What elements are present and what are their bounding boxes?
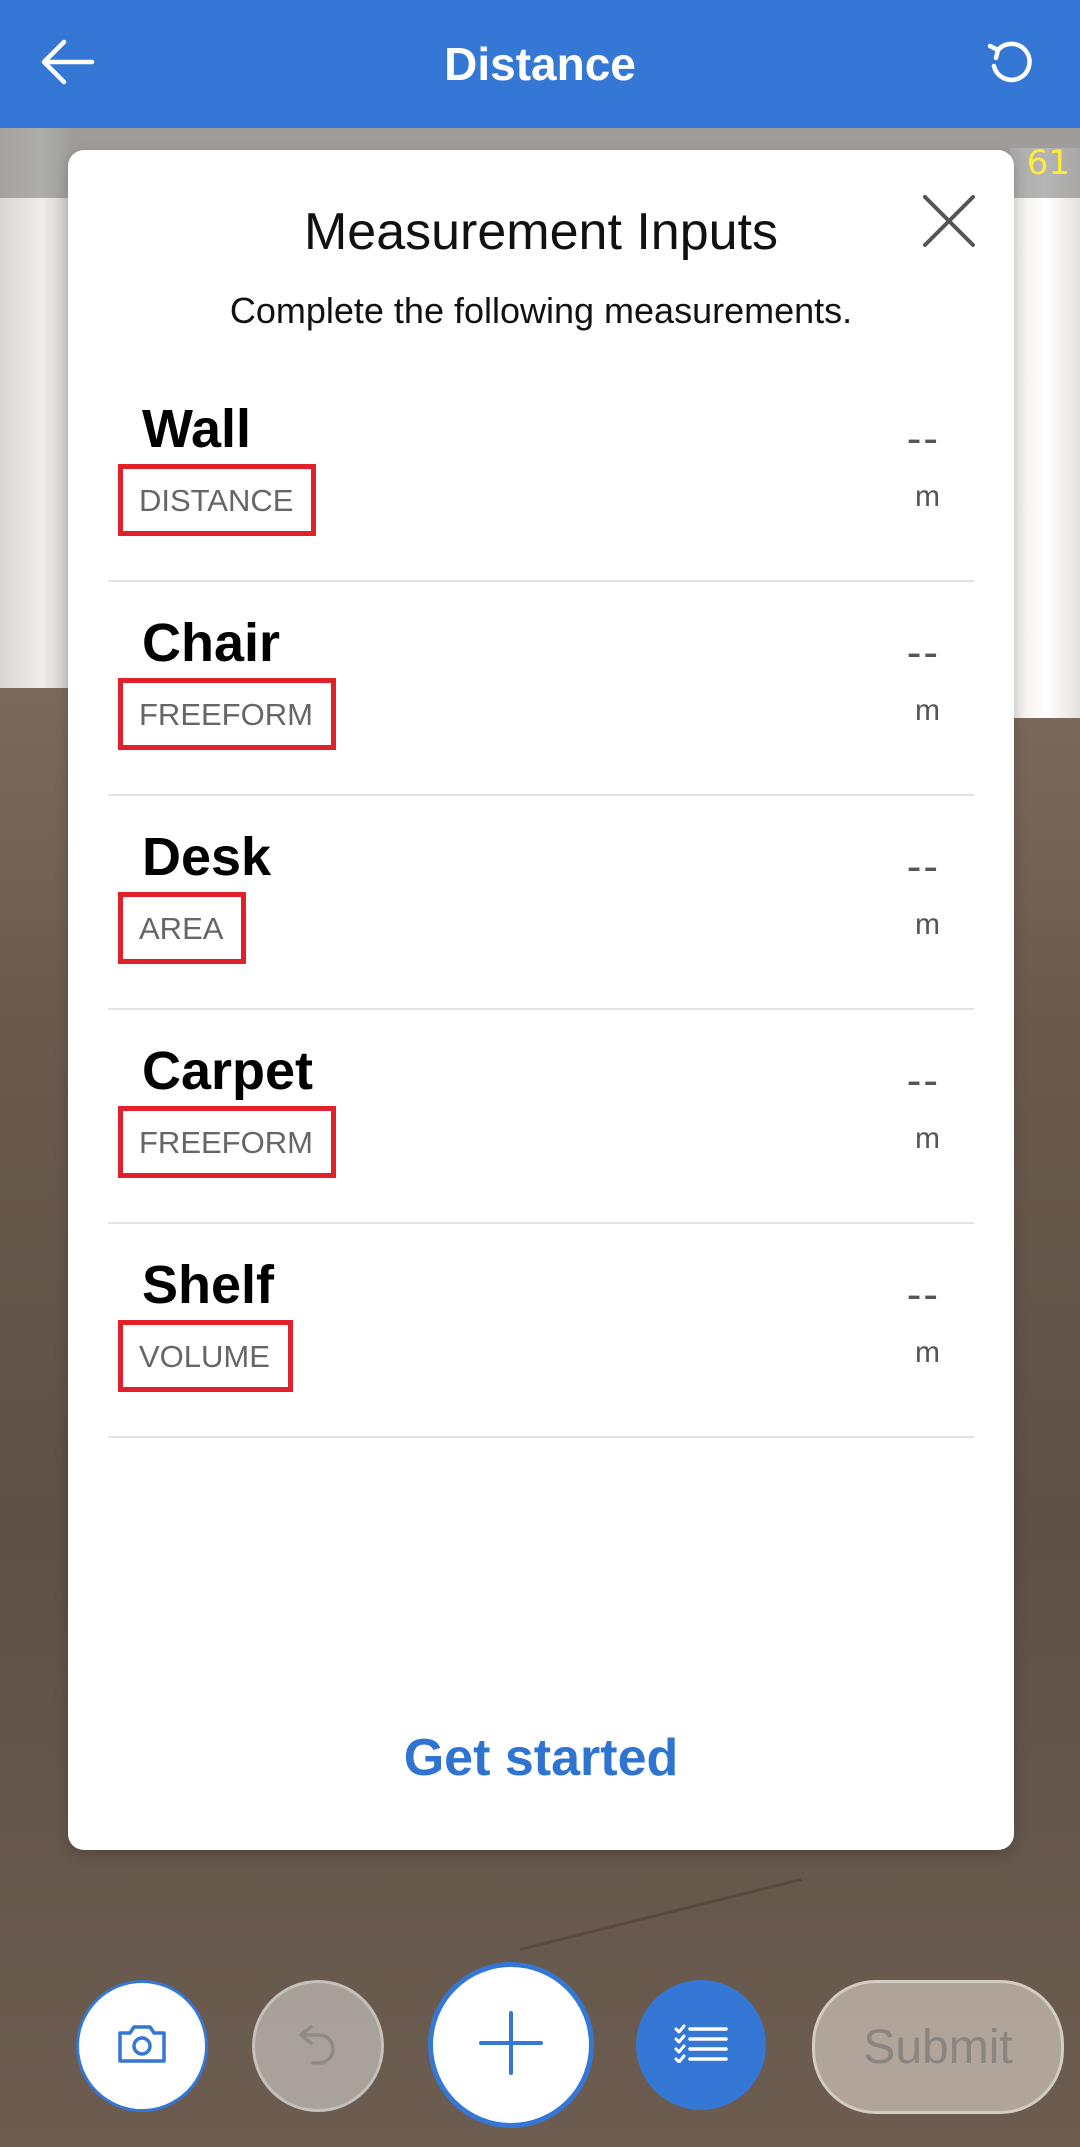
measurement-inputs-dialog: Measurement Inputs Complete the followin… xyxy=(68,150,1014,1850)
measurement-type: FREEFORM xyxy=(118,1106,336,1178)
measurement-type: AREA xyxy=(118,892,247,964)
floor-streak xyxy=(519,1877,802,1951)
camera-button[interactable] xyxy=(76,1980,208,2112)
measurement-name: Desk xyxy=(142,827,272,887)
undo-icon xyxy=(295,2019,341,2074)
measurement-value: -- xyxy=(906,1056,940,1105)
dialog-title: Measurement Inputs xyxy=(303,203,779,261)
measurement-list-button[interactable] xyxy=(636,1980,766,2110)
measurement-unit: m xyxy=(915,480,940,513)
camera-wall-left xyxy=(0,128,70,688)
measurement-unit: m xyxy=(915,908,940,941)
dialog-subtitle: Complete the following measurements. xyxy=(229,290,853,331)
camera-icon xyxy=(116,2023,168,2070)
camera-wall-right xyxy=(1010,148,1080,718)
measurement-item-chair[interactable]: Chair FREEFORM -- m xyxy=(108,582,974,796)
measurement-item-desk[interactable]: Desk AREA -- m xyxy=(108,796,974,1010)
submit-button[interactable]: Submit xyxy=(812,1980,1064,2114)
measurement-name: Shelf xyxy=(142,1255,275,1315)
checklist-icon xyxy=(674,2023,728,2068)
measurement-type: DISTANCE xyxy=(118,464,317,536)
measurement-unit: m xyxy=(915,694,940,727)
measurement-item-shelf[interactable]: Shelf VOLUME -- m xyxy=(108,1224,974,1438)
app-header: Distance xyxy=(0,0,1080,128)
measurement-type: FREEFORM xyxy=(118,678,336,750)
measurement-name: Chair xyxy=(142,613,281,673)
measurement-value: -- xyxy=(906,628,940,677)
measurement-name: Carpet xyxy=(142,1041,314,1101)
measurement-value: -- xyxy=(906,1270,940,1319)
plus-icon xyxy=(477,2009,545,2082)
measurement-type: VOLUME xyxy=(118,1320,293,1392)
measurement-unit: m xyxy=(915,1122,940,1155)
refresh-icon xyxy=(986,36,1038,93)
measurement-name: Wall xyxy=(142,399,252,459)
debug-readout: : 61 xyxy=(1004,143,1070,183)
measurement-unit: m xyxy=(915,1336,940,1369)
undo-button[interactable] xyxy=(252,1980,384,2112)
page-title: Distance xyxy=(444,38,636,90)
add-point-button[interactable] xyxy=(428,1962,594,2128)
measurement-value: -- xyxy=(906,414,940,463)
measurement-list: Wall DISTANCE -- m Chair FREEFORM -- m D… xyxy=(108,368,974,1438)
reset-button[interactable] xyxy=(972,24,1052,104)
get-started-button[interactable]: Get started xyxy=(68,1728,1014,1788)
measurement-item-carpet[interactable]: Carpet FREEFORM -- m xyxy=(108,1010,974,1224)
measurement-value: -- xyxy=(906,842,940,891)
measurement-item-wall[interactable]: Wall DISTANCE -- m xyxy=(108,368,974,582)
